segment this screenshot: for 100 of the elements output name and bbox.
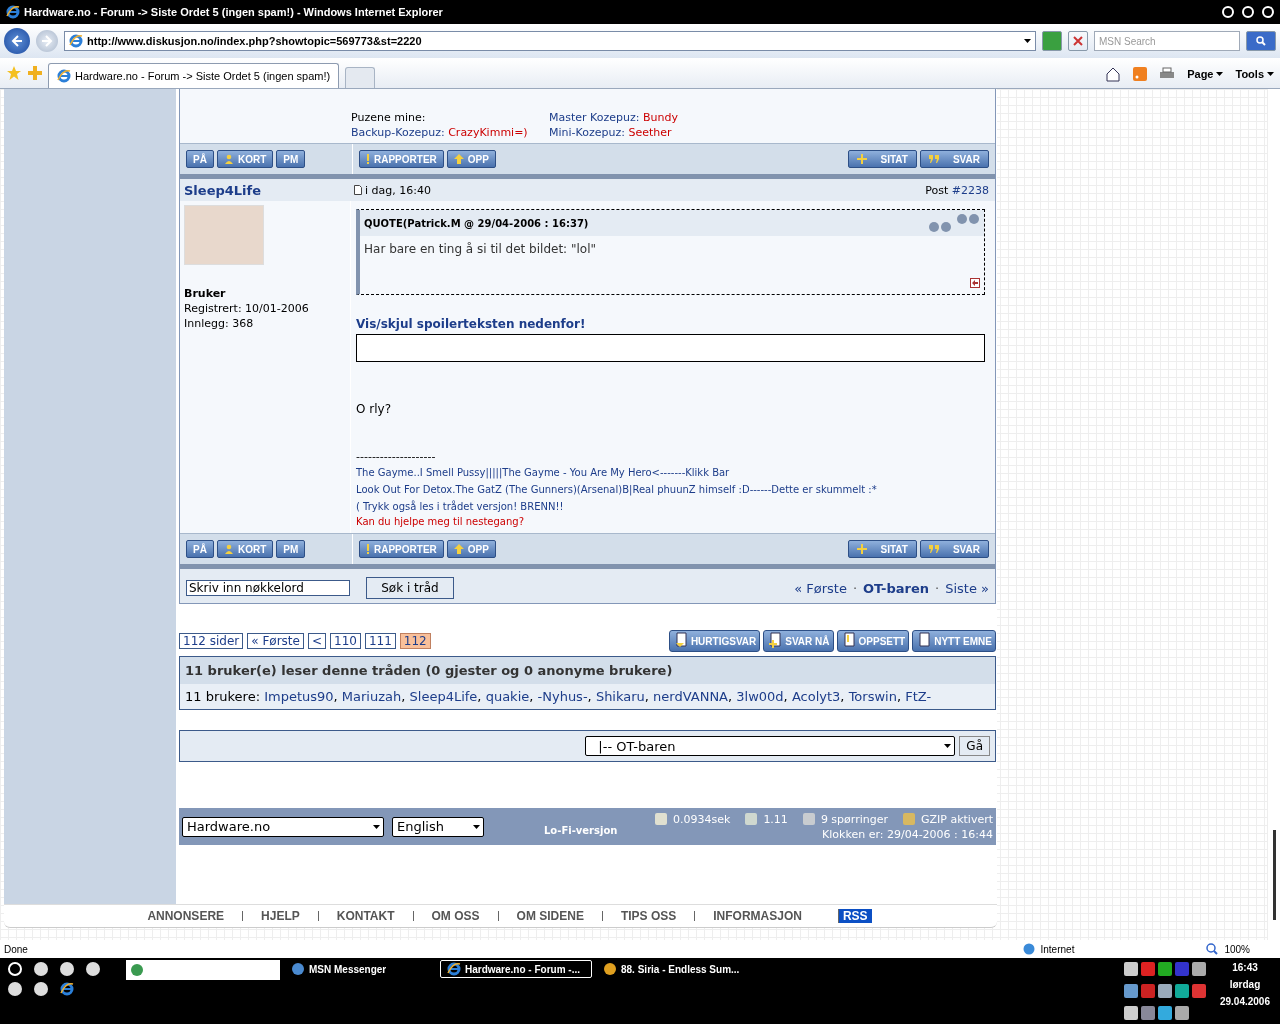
search-field[interactable]: MSN Search [1094,31,1240,51]
quote-header: QUOTE(Patrick.M @ 29/04-2006 : 16:37) [364,217,589,229]
user-icon [223,154,234,164]
post-text: O rly? [356,402,392,416]
footer-link[interactable]: KONTAKT [317,911,413,921]
tray-icon[interactable] [1174,1006,1189,1020]
signature-text: Mini-Kozepuz: Seether [549,126,673,139]
minimize-button[interactable] [1222,6,1234,18]
comma: , [840,689,845,704]
footer-link[interactable]: OM OSS [412,911,498,921]
page-link[interactable]: 112 [399,633,431,649]
user-link[interactable]: Torswin [848,689,897,704]
footer-link[interactable]: TIPS OSS [601,911,695,921]
footer-link[interactable]: INFORMASJON [694,911,820,921]
back-button[interactable] [4,28,30,54]
stat-text: GZIP aktivert [920,812,993,826]
forum-jump-select[interactable]: |-- OT-baren [585,736,956,756]
taskbar-button[interactable]: Hardware.no - Forum -... [440,960,592,978]
zoom-level[interactable]: 100% [1224,943,1250,955]
user-link[interactable]: Shikaru [595,689,645,704]
user-icon [223,544,234,554]
caret-icon [1024,39,1031,43]
browser-tab[interactable]: Hardware.no - Forum -> Siste Ordet 5 (ingen spam!) [48,63,340,88]
caret-icon [944,744,952,748]
user-link[interactable]: -Nyhus- [537,689,588,704]
user-link[interactable]: Impetus90 [264,689,334,704]
language-select[interactable]: English [392,816,484,837]
quick-launch-icon[interactable] [34,962,48,976]
quick-launch-icon[interactable] [34,982,48,996]
user-link[interactable]: nerdVANNA [653,689,728,704]
clock-day: lørdag [1229,979,1261,990]
window-title: Hardware.no - Forum -> Siste Ordet 5 (ingen spam!) - Windows Internet Explorer [24,6,443,18]
comma: , [728,689,733,704]
browser-logo-icon [6,5,20,19]
quote-text: Har bare en ting å si til det bildet: "lol" [364,242,596,258]
tray-icon[interactable] [1157,962,1172,976]
tray-icon[interactable] [1123,962,1138,976]
post-link[interactable]: #2238 [951,183,989,197]
plus-icon [856,154,867,164]
user-rank: Bruker [184,287,227,300]
tray-icon[interactable] [1191,962,1206,976]
caret-icon [1267,72,1274,76]
tray-icon[interactable] [1157,1006,1172,1020]
close-button[interactable] [1262,6,1274,18]
user-link[interactable]: Sleep4Life [409,689,478,704]
rss-icon[interactable] [1133,67,1148,81]
breadcrumb-link[interactable]: OT-baren [863,580,930,596]
messenger-icon [130,963,144,977]
user-link[interactable]: 3lw00d [736,689,784,704]
keyword-field[interactable]: Skriv inn nøkkelord [186,580,350,596]
user-link[interactable]: quakie [485,689,530,704]
home-icon[interactable] [1105,66,1122,82]
zoom-icon [1206,943,1219,955]
up-arrow-icon [453,544,464,554]
go-button[interactable]: Gå [959,736,990,756]
app-icon [291,962,305,976]
maximize-button[interactable] [1242,6,1254,18]
spoiler-toggle-link[interactable]: Vis/skjul spoilerteksten nedenfor! [356,317,985,331]
footer-link[interactable]: ANNONSERE [129,911,243,921]
user-link[interactable]: Mariuzah [341,689,402,704]
exclamation-icon [366,544,370,554]
page-link[interactable]: « Første [247,633,304,649]
tray-icon[interactable] [1157,984,1172,998]
tray-icon[interactable] [1123,1006,1138,1020]
quick-launch-icon[interactable] [8,982,22,996]
taskbar-button[interactable] [126,960,280,980]
back-arrow-icon[interactable] [970,278,980,288]
page-link[interactable]: < [307,633,326,649]
user-link[interactable]: FtZ- [905,689,932,704]
tray-icon[interactable] [1123,984,1138,998]
toolbar-menu-button[interactable]: Page [1187,68,1224,80]
signature-separator: -------------------- [356,450,437,463]
page-link[interactable]: 111 [364,633,396,649]
breadcrumb-link[interactable]: « Første [794,580,847,596]
stat-text: 0.0934sek [673,812,731,826]
post-number: Post #2238 [925,183,990,197]
quick-launch-icon[interactable] [60,962,74,976]
page-link[interactable]: 110 [330,633,361,649]
tray-icon[interactable] [1140,1006,1155,1020]
address-bar[interactable]: http://www.diskusjon.no/index.php?showtopic=569773&st=2220 [64,31,1036,51]
scrollbar[interactable] [1267,89,1280,940]
search-thread-button[interactable]: Søk i tråd [366,577,454,599]
star-icon[interactable] [6,65,22,81]
footer-link[interactable]: RSS [837,909,872,923]
stop-button[interactable] [1068,31,1088,51]
status-text: Done [4,943,28,955]
toolbar-menu-button[interactable]: Tools [1235,68,1274,80]
footer-link[interactable]: OM SIDENE [497,911,602,921]
site-select[interactable]: Hardware.no [182,816,384,837]
printer-icon[interactable] [1159,67,1176,81]
comma: , [401,689,406,704]
breadcrumb-link[interactable]: Siste » [945,580,989,596]
quote-icon [928,545,939,553]
footer-link[interactable]: HJELP [242,911,318,921]
caret-icon [473,824,480,829]
post-author[interactable]: Sleep4Life [180,182,350,198]
quick-launch-icon[interactable] [86,962,100,976]
search-button[interactable] [1246,31,1276,51]
start-button[interactable] [8,962,22,976]
tray-icon[interactable] [1174,984,1189,998]
